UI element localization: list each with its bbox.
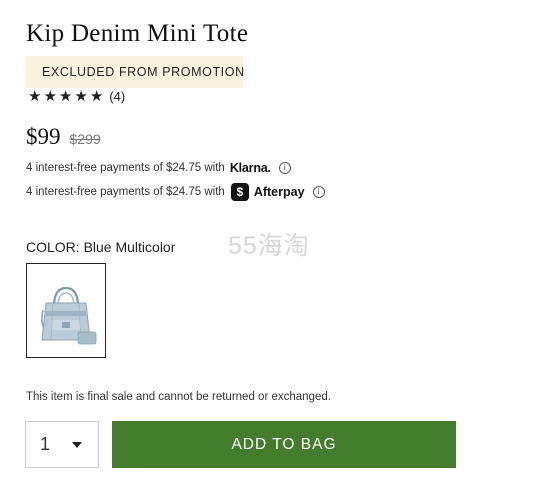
rating-stars: ★ ★ ★ ★ ★ [28, 88, 105, 106]
product-title: Kip Denim Mini Tote [26, 20, 249, 47]
tote-bag-icon [41, 286, 97, 345]
klarna-payment-row: 4 interest-free payments of $24.75 with … [26, 158, 291, 178]
star-icon: ★ [43, 88, 57, 105]
star-icon: ★ [74, 88, 88, 105]
star-icon: ★ [28, 88, 42, 105]
price: $99 $299 [26, 124, 101, 150]
original-price: $299 [69, 131, 101, 147]
afterpay-payment-row: 4 interest-free payments of $24.75 with … [26, 182, 325, 202]
final-sale-notice: This item is final sale and cannot be re… [26, 391, 331, 403]
rating-count[interactable]: (4) [109, 88, 125, 106]
rating[interactable]: ★ ★ ★ ★ ★ (4) [28, 88, 125, 106]
chevron-down-icon [72, 442, 82, 448]
color-swatch-blue-multicolor[interactable] [26, 263, 106, 358]
info-icon[interactable]: i [312, 186, 325, 198]
klarna-logo: Klarna. [229, 161, 271, 175]
star-icon: ★ [58, 88, 73, 105]
quantity-value: 1 [40, 434, 51, 454]
quantity-select[interactable]: 1 [25, 421, 99, 468]
afterpay-logo: Afterpay [253, 185, 305, 199]
klarna-payment-text: 4 interest-free payments of $24.75 with [26, 162, 225, 174]
info-icon[interactable]: i [278, 162, 291, 174]
afterpay-icon: $ [230, 183, 249, 201]
watermark: 55海淘 [228, 232, 310, 260]
sale-price: $99 [26, 124, 61, 149]
afterpay-payment-text: 4 interest-free payments of $24.75 with [26, 186, 225, 198]
add-to-bag-button[interactable]: ADD TO BAG [112, 421, 456, 468]
star-icon: ★ [89, 88, 104, 105]
promo-badge: EXCLUDED FROM PROMOTION [26, 56, 244, 88]
color-label: COLOR: Blue Multicolor [26, 239, 176, 255]
